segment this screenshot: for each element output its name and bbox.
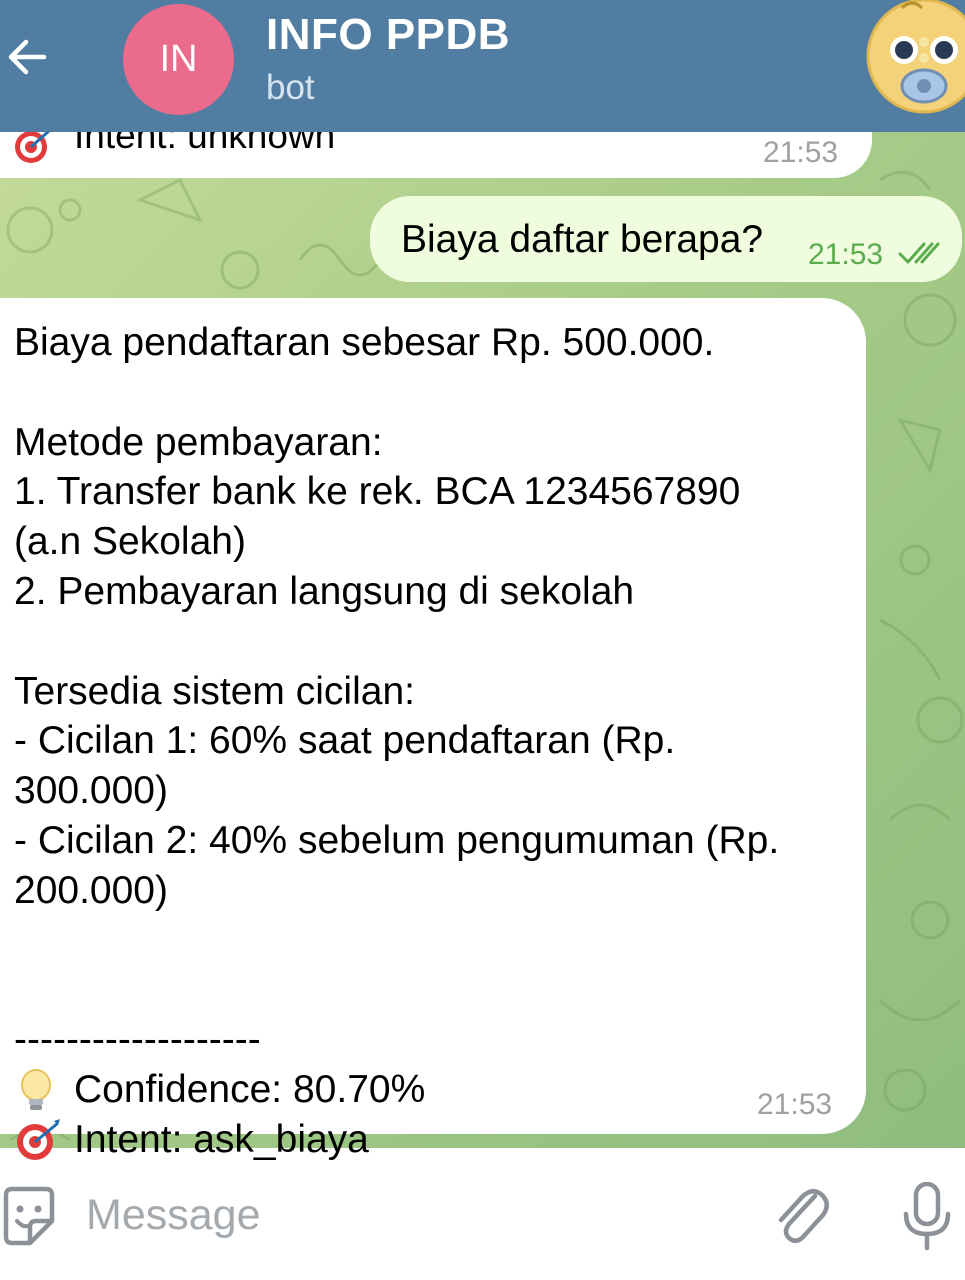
reply-line: Tersedia sistem cicilan: — [14, 669, 415, 713]
chat-header: IN INFO PPDB bot — [0, 0, 965, 132]
chat-title[interactable]: INFO PPDB — [266, 10, 510, 60]
lightbulb-icon — [21, 1068, 51, 1110]
bot-reply-text: Biaya pendaftaran sebesar Rp. 500.000. M… — [14, 318, 854, 1165]
baby-emoji-icon[interactable] — [862, 0, 965, 116]
reply-line — [14, 965, 854, 1015]
confidence-text: Confidence: 80.70% — [74, 1067, 426, 1111]
sticker-icon[interactable] — [0, 1185, 58, 1247]
intent-line: Intent: ask_biaya — [14, 1115, 854, 1165]
reply-line: 2. Pembayaran langsung di sekolah — [14, 569, 635, 613]
reply-line: 1. Transfer bank ke rek. BCA 1234567890 — [14, 470, 741, 514]
reply-line: Biaya pendaftaran sebesar Rp. 500.000. — [14, 321, 715, 364]
chat-subtitle: bot — [266, 68, 315, 107]
reply-line — [14, 368, 854, 418]
reply-line: 200.000) — [14, 868, 168, 912]
paperclip-icon[interactable] — [771, 1182, 831, 1248]
reply-line: - Cicilan 1: 60% saat pendaftaran (Rp. — [14, 719, 676, 763]
reply-line: - Cicilan 2: 40% sebelum pengumuman (Rp. — [14, 818, 780, 862]
divider-line: ------------------- — [14, 1018, 261, 1062]
intent-text: Intent: ask_biaya — [74, 1117, 369, 1161]
message-input[interactable] — [86, 1180, 746, 1250]
reply-line — [14, 916, 854, 966]
message-time: 21:53 — [757, 1088, 833, 1121]
reply-line — [14, 617, 854, 667]
reply-line: Metode pembayaran: — [14, 420, 383, 464]
message-time: 21:53 — [763, 136, 839, 169]
microphone-icon[interactable] — [900, 1182, 954, 1250]
target-icon — [17, 1118, 60, 1160]
reply-line: 300.000) — [14, 769, 168, 813]
double-check-icon — [898, 242, 940, 264]
reply-line: (a.n Sekolah) — [14, 520, 246, 564]
arrow-left-icon[interactable] — [4, 34, 50, 80]
confidence-line: Confidence: 80.70% — [14, 1065, 854, 1115]
avatar[interactable]: IN — [123, 4, 234, 115]
message-time: 21:53 — [808, 238, 884, 271]
outgoing-message-text: Biaya daftar berapa? — [401, 218, 764, 261]
